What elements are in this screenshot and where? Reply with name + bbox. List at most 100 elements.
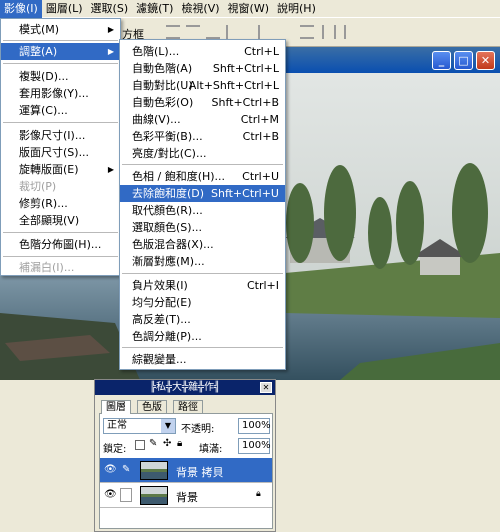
menu-item-mode[interactable]: 模式(M) ▶ <box>1 21 120 38</box>
tab-paths[interactable]: 路徑 <box>173 400 203 414</box>
menu-item-channel-mixer[interactable]: 色版混合器(X)... <box>120 236 285 253</box>
menu-layer[interactable]: 圖層(L) <box>42 0 87 18</box>
menu-item-label: 色彩平衡(B)... <box>132 130 203 143</box>
menu-item-variations[interactable]: 綜觀變量... <box>120 351 285 368</box>
tab-layers[interactable]: 圖層 <box>101 400 131 414</box>
menu-item-auto-levels[interactable]: 自動色階(A) Shft+Ctrl+L <box>120 60 285 77</box>
image-menu: 模式(M) ▶ 調整(A) ▶ 複製(D)... 套用影像(Y)... 運算(C).… <box>0 18 121 276</box>
menu-item-reveal-all[interactable]: 全部顯現(V) <box>1 212 120 229</box>
menu-item-rotate-canvas[interactable]: 旋轉版面(E) ▶ <box>1 161 120 178</box>
menu-item-label: 高反差(T)... <box>132 313 191 326</box>
menu-item-brightness-contrast[interactable]: 亮度/對比(C)... <box>120 145 285 162</box>
menu-item-histogram[interactable]: 色階分佈圖(H)... <box>1 236 120 253</box>
menu-help[interactable]: 說明(H) <box>273 0 320 18</box>
menu-separator <box>3 40 118 41</box>
menu-separator <box>122 164 283 165</box>
menu-item-label: 色相 / 飽和度(H)... <box>132 170 226 183</box>
eye-icon[interactable]: 👁︎ <box>104 464 117 475</box>
menu-item-hue-saturation[interactable]: 色相 / 飽和度(H)... Ctrl+U <box>120 168 285 185</box>
menu-item-calculations[interactable]: 運算(C)... <box>1 102 120 119</box>
eye-icon[interactable]: 👁︎ <box>104 489 117 500</box>
menu-view[interactable]: 檢視(V) <box>177 0 223 18</box>
menu-item-trim[interactable]: 修剪(R)... <box>1 195 120 212</box>
menu-item-duplicate[interactable]: 複製(D)... <box>1 68 120 85</box>
layer-name: 背景 拷貝 <box>176 466 224 479</box>
menu-select[interactable]: 選取(S) <box>87 0 133 18</box>
menu-window[interactable]: 視窗(W) <box>224 0 273 18</box>
menu-item-label: 色調分離(P)... <box>132 330 202 343</box>
align-right-icon[interactable] <box>246 25 260 39</box>
layer-thumbnail <box>140 486 168 505</box>
shortcut-label: Ctrl+I <box>246 279 279 292</box>
menu-item-adjust[interactable]: 調整(A) ▶ <box>1 43 120 60</box>
layer-thumbnail <box>140 461 168 480</box>
maximize-icon[interactable]: □ <box>454 51 473 70</box>
close-icon[interactable]: ✕ <box>476 51 495 70</box>
lock-transparency-icon[interactable] <box>135 440 145 450</box>
menu-item-threshold[interactable]: 高反差(T)... <box>120 311 285 328</box>
lock-icon: 🔒︎ <box>256 489 261 499</box>
menu-item-invert[interactable]: 負片效果(I) Ctrl+I <box>120 277 285 294</box>
distribute-top-icon[interactable] <box>300 25 314 39</box>
layer-name: 背景 <box>176 491 198 504</box>
menu-item-gradient-map[interactable]: 漸層對應(M)... <box>120 253 285 270</box>
fill-input[interactable]: 100% <box>238 438 271 454</box>
distribute-left-icon[interactable] <box>344 25 358 39</box>
menu-item-label: 取代顏色(R)... <box>132 204 203 217</box>
align-vcenter-icon[interactable] <box>186 25 200 39</box>
shortcut-label: Ctrl+L <box>244 45 279 58</box>
menu-image[interactable]: 影像(I) <box>0 0 42 18</box>
tab-channels[interactable]: 色版 <box>137 400 167 414</box>
menu-item-label: 亮度/對比(C)... <box>132 147 207 160</box>
menu-item-label: 負片效果(I) <box>132 279 188 292</box>
menu-separator <box>3 122 118 123</box>
menu-item-label: 自動色階(A) <box>132 62 193 75</box>
menu-item-label: 漸層對應(M)... <box>132 255 205 268</box>
menu-item-levels[interactable]: 色階(L)... Ctrl+L <box>120 43 285 60</box>
menu-item-desaturate[interactable]: 去除飽和度(D) Shft+Ctrl+U <box>120 185 285 202</box>
panel-titlebar[interactable]: ╠私╬大╬雜╬作╣ <box>95 380 275 395</box>
shortcut-label: Shft+Ctrl+L <box>212 62 279 75</box>
distribute-h-icon[interactable] <box>322 25 336 39</box>
panel-close-icon[interactable]: ✕ <box>260 382 272 393</box>
lock-brush-icon[interactable]: ✎ <box>149 438 157 449</box>
menu-item-image-size[interactable]: 影像尺寸(I)... <box>1 127 120 144</box>
menu-item-canvas-size[interactable]: 版面尺寸(S)... <box>1 144 120 161</box>
distribute-icons <box>300 25 400 41</box>
brush-icon[interactable]: ✎ <box>122 464 130 475</box>
align-left-icon[interactable] <box>226 25 240 39</box>
menu-item-replace-color[interactable]: 取代顏色(R)... <box>120 202 285 219</box>
align-bottom-icon[interactable] <box>206 25 220 39</box>
link-slot[interactable] <box>120 488 132 502</box>
menu-item-auto-contrast[interactable]: 自動對比(U) Alt+Shft+Ctrl+L <box>120 77 285 94</box>
menu-item-color-balance[interactable]: 色彩平衡(B)... Ctrl+B <box>120 128 285 145</box>
layer-row[interactable]: 👁︎ ✎ 背景 拷貝 <box>100 458 272 483</box>
layer-row[interactable]: 👁︎ 背景 🔒︎ <box>100 483 272 508</box>
shortcut-label: Shft+Ctrl+U <box>210 187 279 200</box>
shortcut-label: Ctrl+M <box>240 113 279 126</box>
lock-move-icon[interactable]: ✣ <box>163 438 171 449</box>
align-top-icon[interactable] <box>166 25 180 39</box>
submenu-arrow-icon: ▶ <box>107 165 114 174</box>
shortcut-label: Ctrl+U <box>242 170 279 183</box>
menu-item-label: 調整(A) <box>19 45 58 58</box>
lock-all-icon[interactable]: 🔒︎ <box>177 438 182 449</box>
menu-item-label: 自動對比(U) <box>132 79 193 92</box>
menu-separator <box>3 256 118 257</box>
layers-panel: ╠私╬大╬雜╬作╣ ✕ 圖層 色版 路徑 正常 ▼ 不透明: 100% 鎖定: … <box>94 379 276 532</box>
menu-item-auto-color[interactable]: 自動色彩(O) Shft+Ctrl+B <box>120 94 285 111</box>
panel-title: ╠私╬大╬雜╬作╣ <box>149 382 221 393</box>
menu-item-equalize[interactable]: 均勻分配(E) <box>120 294 285 311</box>
blend-mode-select[interactable]: 正常 ▼ <box>103 418 176 434</box>
menu-separator <box>3 63 118 64</box>
menu-separator <box>122 347 283 348</box>
menu-filter[interactable]: 濾鏡(T) <box>132 0 177 18</box>
menu-item-posterize[interactable]: 色調分離(P)... <box>120 328 285 345</box>
blend-mode-value: 正常 <box>107 420 127 431</box>
menu-item-selective-color[interactable]: 選取顏色(S)... <box>120 219 285 236</box>
menu-item-label: 色階(L)... <box>132 45 180 58</box>
opacity-input[interactable]: 100% <box>238 418 271 434</box>
menu-item-curves[interactable]: 曲線(V)... Ctrl+M <box>120 111 285 128</box>
menu-item-apply-image[interactable]: 套用影像(Y)... <box>1 85 120 102</box>
minimize-icon[interactable]: _ <box>432 51 451 70</box>
